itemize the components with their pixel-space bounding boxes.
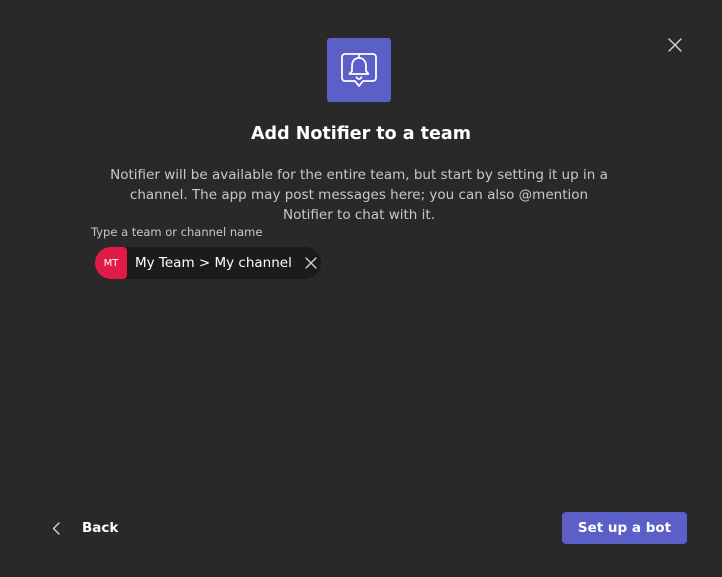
back-label: Back	[82, 520, 119, 536]
chevron-left-icon	[50, 521, 62, 535]
dialog-description: Notifier will be available for the entir…	[110, 167, 608, 223]
selected-channel-chip[interactable]: MT My Team > My channel	[95, 247, 321, 279]
close-button[interactable]	[663, 33, 687, 57]
close-icon	[668, 38, 682, 52]
dialog-title: Add Notifier to a team	[251, 124, 471, 144]
team-picker-label: Type a team or channel name	[91, 225, 263, 239]
close-icon	[305, 257, 317, 269]
bell-icon	[341, 53, 377, 87]
remove-selection-button[interactable]	[302, 254, 320, 272]
add-app-dialog: Add Notifier to a team Notifier will be …	[0, 0, 722, 577]
app-logo	[327, 38, 391, 102]
selected-channel-text: My Team > My channel	[135, 255, 292, 271]
set-up-bot-button[interactable]: Set up a bot	[562, 512, 687, 544]
team-avatar: MT	[95, 247, 127, 279]
back-button[interactable]: Back	[44, 512, 124, 544]
